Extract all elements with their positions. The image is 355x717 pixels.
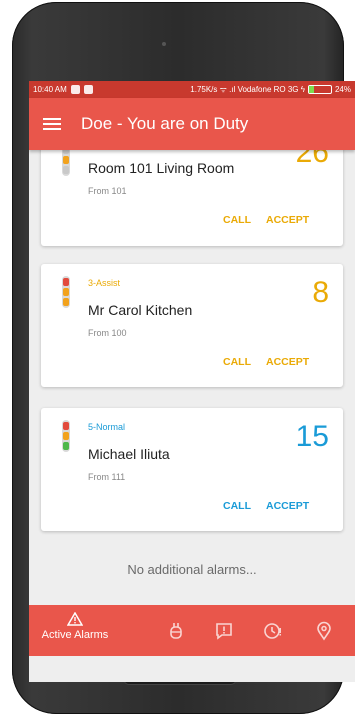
bottom-nav: Active Alarms [29,605,355,656]
clock-alert-icon[interactable] [263,621,283,641]
status-network: 1.75K/s ᯤ .ıl Vodafone RO 3G ϟ [190,85,305,94]
notification-icon [83,85,93,94]
alarm-count: 15 [295,420,329,453]
alarm-priority: 3-Assist [88,278,121,288]
tab-active-alarms-label: Active Alarms [41,629,109,641]
status-bar: 10:40 AM 1.75K/s ᯤ .ıl Vodafone RO 3G ϟ … [29,81,355,98]
status-time: 10:40 AM [33,85,67,94]
location-icon[interactable] [314,621,334,641]
alarm-priority: 5-Normal [88,422,126,432]
app-bar: Doe - You are on Duty [29,98,355,150]
call-button[interactable]: CALL [223,500,251,512]
battery-icon [307,85,332,94]
accept-button[interactable]: ACCEPT [266,214,309,226]
call-button[interactable]: CALL [223,356,251,368]
alarm-card[interactable]: 3-Assist Mr Carol Kitchen From 100 8 CAL… [41,264,343,387]
alarm-name: Room 101 Living Room [88,160,235,176]
traffic-light-icon [62,276,70,308]
no-alarms-text: No additional alarms... [127,562,257,577]
battery-percent: 24% [334,85,351,94]
warning-icon [66,611,84,626]
alarm-name: Mr Carol Kitchen [88,302,193,318]
device-icon[interactable] [166,621,186,641]
page-title: Doe - You are on Duty [81,114,249,133]
app-screen: 10:40 AM 1.75K/s ᯤ .ıl Vodafone RO 3G ϟ … [29,81,355,682]
accept-button[interactable]: ACCEPT [266,500,309,512]
notification-icon [70,85,80,94]
hamburger-icon[interactable] [43,115,61,133]
call-button[interactable]: CALL [223,214,251,226]
traffic-light-icon [62,420,70,452]
alarm-from: From 100 [88,328,127,338]
accept-button[interactable]: ACCEPT [266,356,309,368]
alarm-count: 8 [312,276,329,309]
tab-active-alarms[interactable]: Active Alarms [35,611,115,641]
message-alert-icon[interactable] [214,621,234,641]
alarm-from: From 101 [88,186,127,196]
alarm-from: From 111 [88,472,126,482]
speaker-dot [162,42,166,46]
alarm-card[interactable]: 5-Normal Michael Iliuta From 111 15 CALL… [41,408,343,531]
alarm-name: Michael Iliuta [88,446,170,462]
